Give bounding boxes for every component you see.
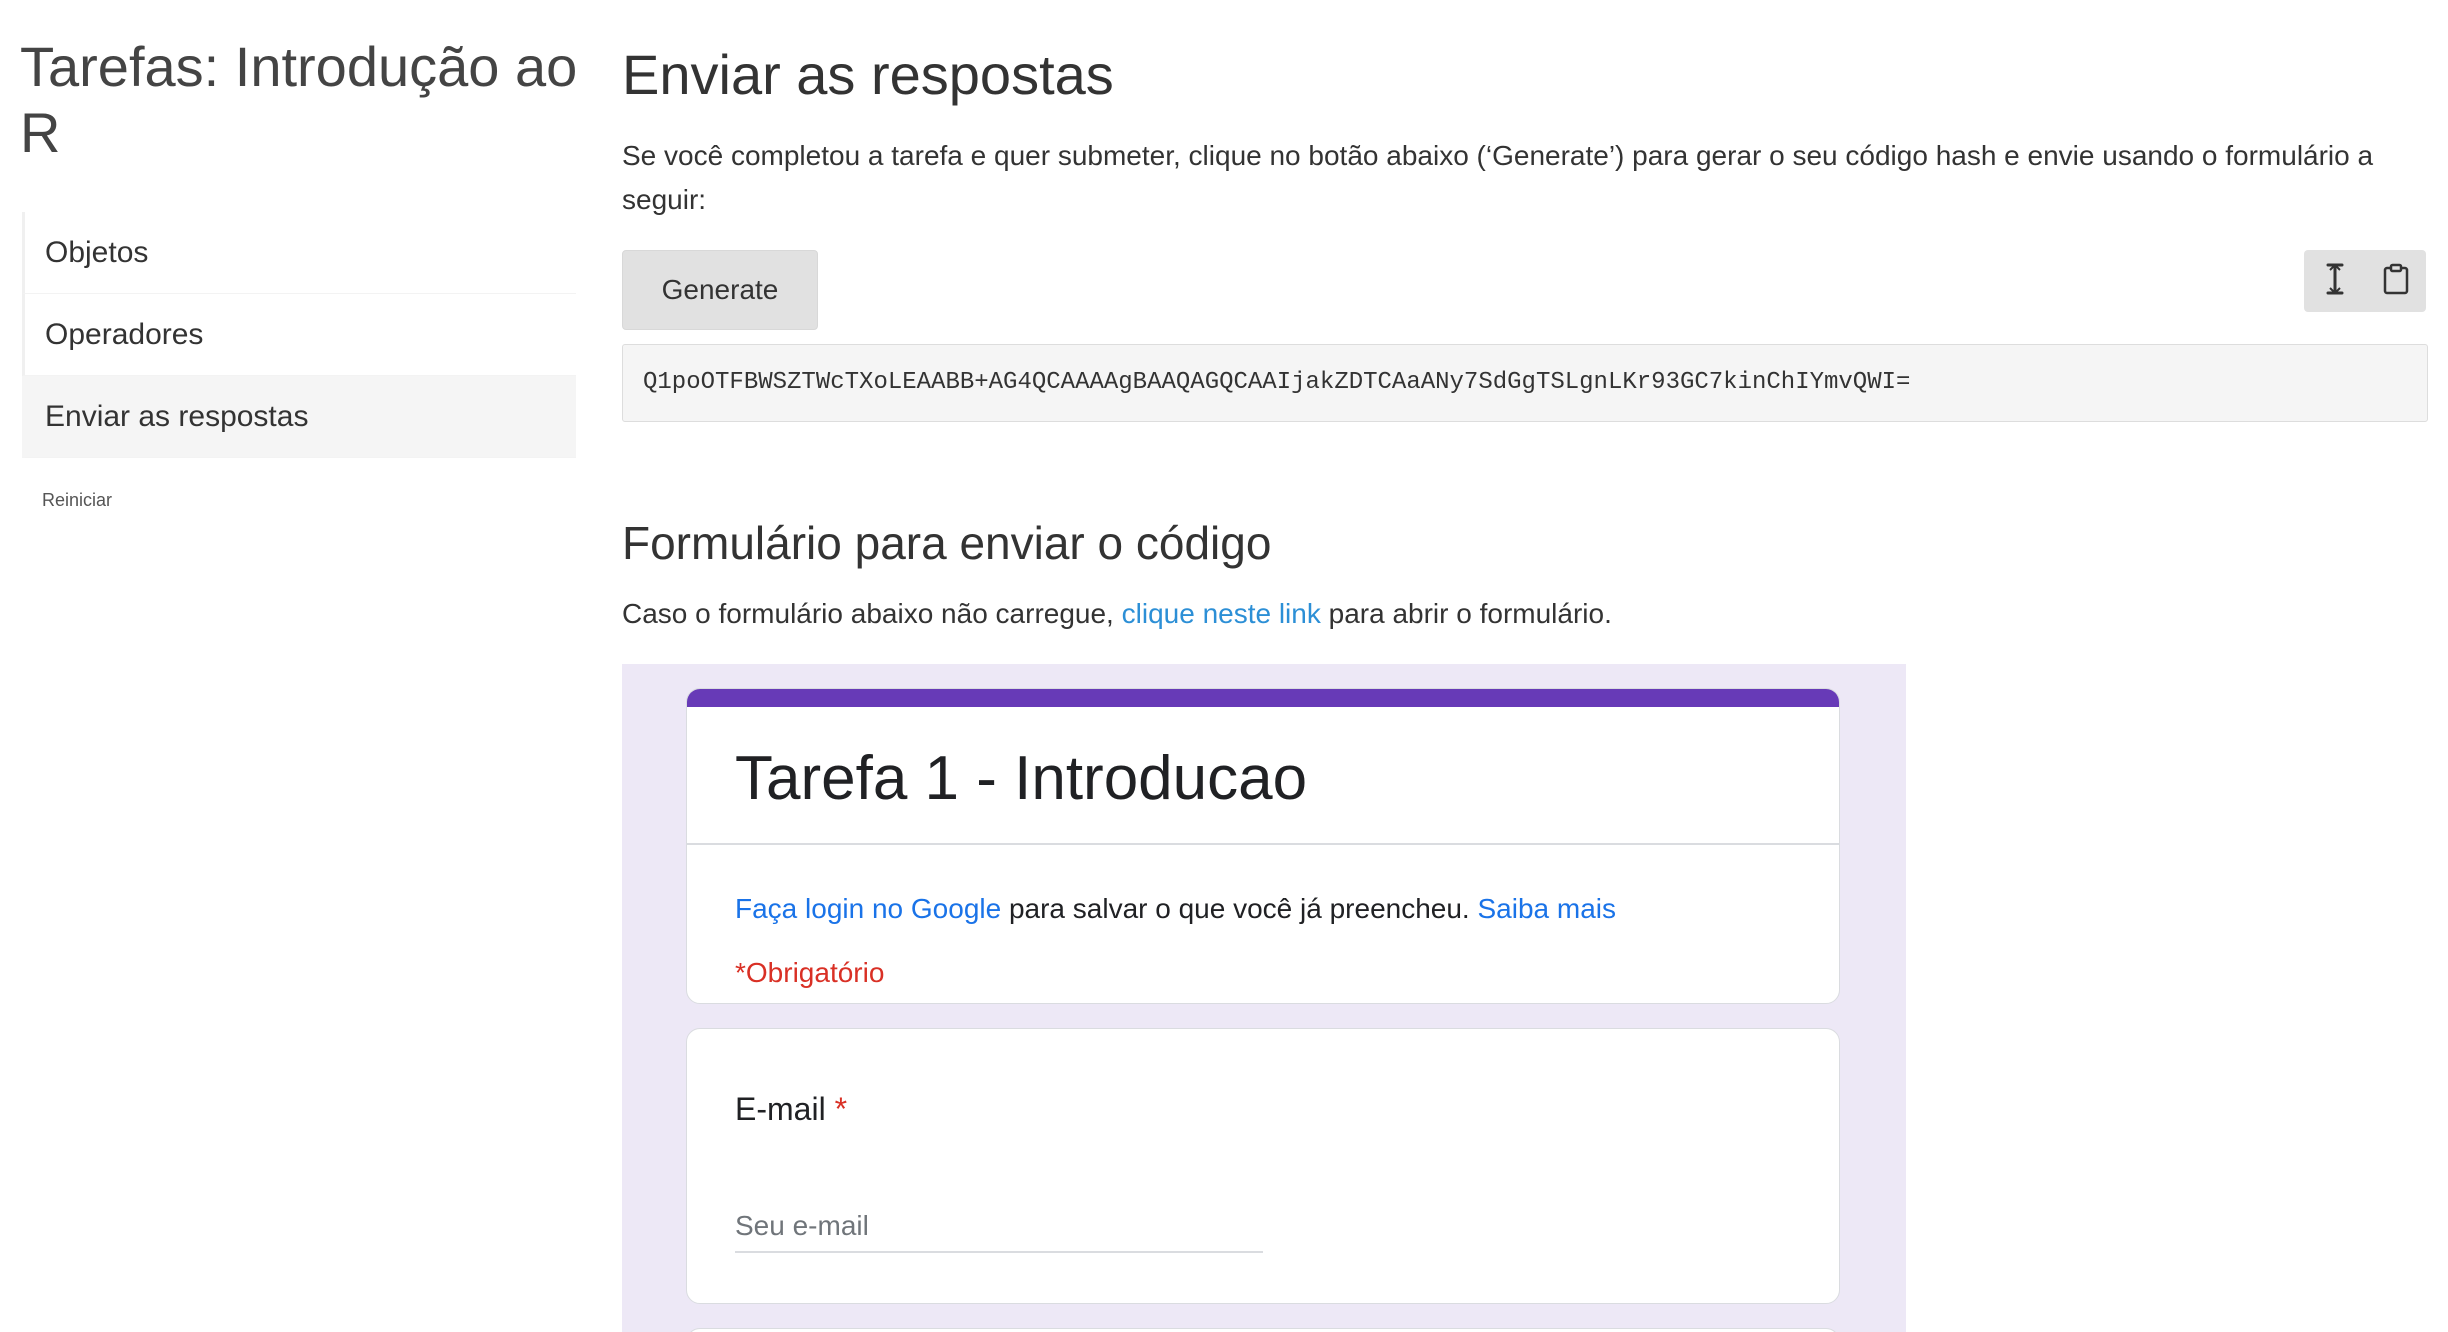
select-text-button[interactable]	[2304, 250, 2365, 312]
form-note-after: para abrir o formulário.	[1320, 598, 1612, 629]
text-cursor-icon	[2323, 262, 2347, 301]
sidebar: Tarefas: Introdução ao R Objetos Operado…	[0, 0, 600, 1332]
reset-link[interactable]: Reiniciar	[42, 490, 112, 511]
sidebar-item-operadores[interactable]: Operadores	[22, 294, 576, 376]
sidebar-nav: Objetos Operadores Enviar as respostas	[22, 212, 576, 458]
email-label-text: E-mail	[735, 1091, 826, 1127]
intro-text: Se você completou a tarefa e quer submet…	[622, 140, 2374, 215]
required-star: *	[834, 1091, 848, 1127]
required-note: *Obrigatório	[735, 957, 885, 988]
open-form-link[interactable]: clique neste link	[1122, 598, 1321, 629]
form-note: Caso o formulário abaixo não carregue, c…	[622, 592, 1612, 636]
form-header-card: Tarefa 1 - Introducao Faça login no Goog…	[686, 688, 1840, 1004]
form-divider	[687, 843, 1839, 845]
form-section-title: Formulário para enviar o código	[622, 517, 1272, 569]
generate-button[interactable]: Generate	[622, 250, 818, 330]
hash-output[interactable]: Q1poOTFBWSZTWcTXoLEAABB+AG4QCAAAAgBAAQAG…	[622, 344, 2428, 422]
clipboard-icon	[2383, 263, 2409, 300]
form-note-before: Caso o formulário abaixo não carregue,	[622, 598, 1122, 629]
app-title: Tarefas: Introdução ao R	[20, 35, 578, 164]
google-form-embed: Tarefa 1 - Introducao Faça login no Goog…	[622, 664, 1906, 1332]
login-notice: Faça login no Google para salvar o que v…	[735, 889, 1616, 929]
copy-hash-button[interactable]	[2365, 250, 2426, 312]
hash-toolbar	[2304, 250, 2426, 312]
login-notice-text: para salvar o que você já preencheu.	[1001, 893, 1478, 924]
email-field[interactable]	[735, 1201, 1263, 1253]
email-question-label: E-mail *	[735, 1087, 847, 1131]
learn-more-link[interactable]: Saiba mais	[1478, 893, 1617, 924]
next-question-card	[686, 1328, 1840, 1332]
sidebar-item-enviar-as-respostas[interactable]: Enviar as respostas	[22, 376, 576, 458]
google-login-link[interactable]: Faça login no Google	[735, 893, 1001, 924]
form-accent-bar	[687, 689, 1839, 707]
form-title: Tarefa 1 - Introducao	[735, 744, 1308, 813]
sidebar-item-objetos[interactable]: Objetos	[22, 212, 576, 294]
email-question-card: E-mail *	[686, 1028, 1840, 1304]
section-title: Enviar as respostas	[622, 43, 1114, 106]
